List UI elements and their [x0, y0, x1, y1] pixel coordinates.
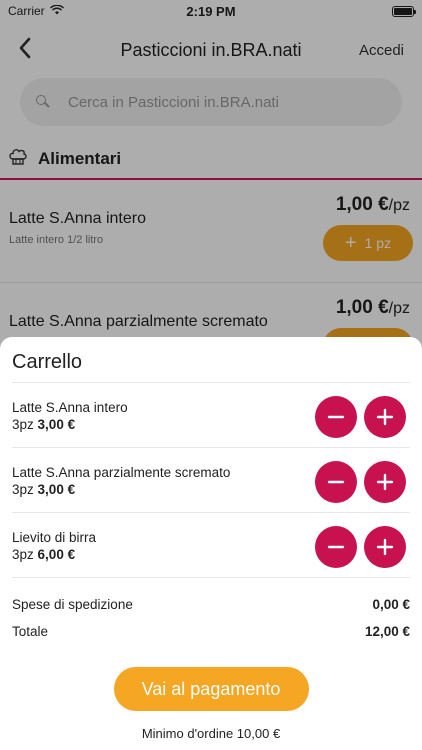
login-button[interactable]: Accedi: [359, 42, 404, 59]
cart-item-qty: 3pz: [12, 547, 34, 562]
cart-item-price: 3,00 €: [37, 482, 76, 497]
shipping-value: 0,00 €: [372, 597, 410, 612]
plus-icon: [376, 408, 394, 426]
plus-icon: [376, 538, 394, 556]
cart-item-price: 6,00 €: [37, 547, 76, 562]
shipping-label: Spese di spedizione: [12, 597, 133, 612]
increase-quantity-button[interactable]: [364, 461, 406, 503]
minus-icon: [327, 545, 345, 549]
decrease-quantity-button[interactable]: [315, 461, 357, 503]
plus-icon: [376, 473, 394, 491]
cart-item-price: 3,00 €: [37, 417, 76, 432]
cart-item: Lievito di birra 3pz 6,00 €: [12, 513, 410, 578]
total-label: Totale: [12, 624, 49, 639]
cart-item-qty: 3pz: [12, 482, 34, 497]
back-button[interactable]: [18, 37, 46, 63]
minimum-order-note: Minimo d'ordine 10,00 €: [141, 726, 281, 741]
minus-icon: [327, 415, 345, 419]
decrease-quantity-button[interactable]: [315, 526, 357, 568]
cart-item: Latte S.Anna intero 3pz 3,00 €: [12, 383, 410, 448]
cart-sheet: Carrello Latte S.Anna intero 3pz 3,00 € …: [0, 337, 422, 750]
chevron-left-icon: [19, 37, 31, 59]
cart-summary: Spese di spedizione 0,00 € Totale 12,00 …: [12, 578, 410, 645]
cart-item-qty: 3pz: [12, 417, 34, 432]
increase-quantity-button[interactable]: [364, 526, 406, 568]
minus-icon: [327, 480, 345, 484]
cart-title: Carrello: [12, 337, 410, 383]
checkout-button[interactable]: Vai al pagamento: [113, 667, 309, 711]
shipping-row: Spese di spedizione 0,00 €: [12, 591, 410, 618]
total-row: Totale 12,00 €: [12, 618, 410, 645]
decrease-quantity-button[interactable]: [315, 396, 357, 438]
increase-quantity-button[interactable]: [364, 396, 406, 438]
total-value: 12,00 €: [364, 624, 410, 639]
cart-item: Latte S.Anna parzialmente scremato 3pz 3…: [12, 448, 410, 513]
